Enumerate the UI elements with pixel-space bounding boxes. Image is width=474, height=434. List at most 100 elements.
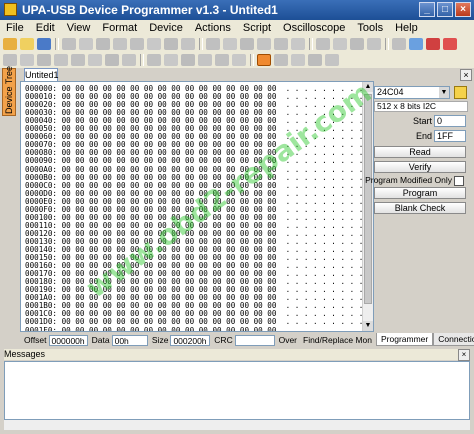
tool-icon[interactable] [20, 54, 34, 66]
scroll-up-icon[interactable]: ▲ [363, 82, 373, 92]
maximize-button[interactable]: □ [437, 2, 453, 17]
window-title: UPA-USB Device Programmer v1.3 - Untited… [22, 3, 278, 17]
program-modified-label: Program Modified Only [365, 175, 452, 185]
menu-help[interactable]: Help [389, 22, 424, 34]
offset-field: 000000h [48, 334, 88, 346]
tool-icon[interactable] [206, 38, 220, 50]
over-label: Over [278, 335, 297, 345]
blank-check-button[interactable]: Blank Check [374, 202, 466, 214]
tool-icon[interactable] [164, 54, 178, 66]
toolbar-separator [55, 38, 59, 50]
menu-bar: File Edit View Format Device Actions Scr… [0, 20, 474, 36]
app-icon [4, 3, 17, 16]
tool-icon[interactable] [316, 38, 330, 50]
tab-programmer[interactable]: Programmer [376, 333, 434, 346]
tool-icon[interactable] [198, 54, 212, 66]
tool-icon[interactable] [105, 54, 119, 66]
tool-icon[interactable] [240, 38, 254, 50]
toolbar-secondary [0, 52, 474, 68]
toolbar-separator [385, 38, 389, 50]
save-icon[interactable] [37, 38, 51, 50]
tool-icon[interactable] [392, 38, 406, 50]
tool-icon[interactable] [37, 54, 51, 66]
tab-connections[interactable]: Connections [433, 333, 474, 346]
tool-icon[interactable] [215, 54, 229, 66]
tool-icon[interactable] [181, 38, 195, 50]
read-button[interactable]: Read [374, 146, 466, 158]
tool-icon[interactable] [71, 54, 85, 66]
chip-info-icon[interactable] [454, 86, 467, 99]
messages-scrollbar[interactable] [4, 420, 470, 430]
menu-actions[interactable]: Actions [189, 22, 237, 34]
program-modified-checkbox[interactable] [454, 176, 464, 186]
document-tab[interactable]: Untited1 [24, 68, 59, 81]
tool-icon[interactable] [54, 54, 68, 66]
messages-panel[interactable] [4, 361, 470, 420]
tool-icon[interactable] [426, 38, 440, 50]
tool-icon[interactable] [181, 54, 195, 66]
menu-script[interactable]: Script [237, 22, 277, 34]
messages-title: Messages [4, 349, 470, 360]
close-button[interactable]: × [455, 2, 471, 17]
tool-icon[interactable] [96, 38, 110, 50]
tool-icon[interactable] [409, 38, 423, 50]
tool-icon[interactable] [130, 38, 144, 50]
menu-edit[interactable]: Edit [30, 22, 61, 34]
tool-icon[interactable] [274, 54, 288, 66]
start-input[interactable]: 0 [434, 115, 466, 127]
tool-icon[interactable] [232, 54, 246, 66]
tool-icon[interactable] [164, 38, 178, 50]
bug-icon[interactable] [443, 38, 457, 50]
tool-icon[interactable] [367, 38, 381, 50]
hex-row[interactable]: 0001E0: 00 00 00 00 00 00 00 00 00 00 00… [25, 326, 373, 332]
tool-icon[interactable] [308, 54, 322, 66]
tool-icon[interactable] [274, 38, 288, 50]
find-replace-tab[interactable]: Find/Replace Mon [303, 335, 372, 345]
end-input[interactable]: 1FF [434, 130, 466, 142]
tool-icon[interactable] [291, 38, 305, 50]
tool-icon[interactable] [291, 54, 305, 66]
hand-icon[interactable] [257, 54, 271, 66]
status-bar: Offset 000000h Data 00h Size 000200h CRC… [20, 333, 374, 347]
messages-close-icon[interactable]: × [458, 349, 470, 361]
start-label: Start [412, 116, 432, 126]
tool-icon[interactable] [88, 54, 102, 66]
toolbar-separator [140, 54, 144, 66]
menu-view[interactable]: View [61, 22, 97, 34]
program-button[interactable]: Program [374, 187, 466, 199]
new-file-icon[interactable] [3, 38, 17, 50]
tool-icon[interactable] [79, 38, 93, 50]
tool-icon[interactable] [325, 54, 339, 66]
menu-tools[interactable]: Tools [351, 22, 389, 34]
chevron-down-icon[interactable]: ▼ [439, 87, 449, 98]
menu-oscilloscope[interactable]: Oscilloscope [277, 22, 351, 34]
program-modified-row[interactable]: Program Modified Only [365, 174, 466, 186]
tool-icon[interactable] [350, 38, 364, 50]
tool-icon[interactable] [62, 38, 76, 50]
tool-icon[interactable] [333, 38, 347, 50]
tool-icon[interactable] [257, 38, 271, 50]
tool-icon[interactable] [122, 54, 136, 66]
minimize-button[interactable]: _ [419, 2, 435, 17]
scroll-thumb[interactable] [364, 94, 372, 304]
verify-button[interactable]: Verify [374, 161, 466, 173]
open-folder-icon[interactable] [20, 38, 34, 50]
offset-label: Offset [24, 335, 47, 345]
right-tabs: Programmer Connections [376, 333, 474, 346]
tool-icon[interactable] [147, 54, 161, 66]
tool-icon[interactable] [113, 38, 127, 50]
tool-icon[interactable] [147, 38, 161, 50]
document-close-icon[interactable]: × [460, 69, 472, 81]
tool-icon[interactable] [223, 38, 237, 50]
device-tree-tab[interactable]: Device Tree [2, 66, 16, 116]
hex-editor[interactable]: 000000: 00 00 00 00 00 00 00 00 00 00 00… [20, 81, 374, 332]
toolbar-separator [309, 38, 313, 50]
menu-device[interactable]: Device [143, 22, 189, 34]
chip-select[interactable]: 24C04 ▼ [374, 86, 450, 99]
menu-format[interactable]: Format [96, 22, 143, 34]
hex-scrollbar[interactable]: ▲ ▼ [362, 82, 373, 331]
menu-file[interactable]: File [0, 22, 30, 34]
tool-icon[interactable] [3, 54, 17, 66]
title-bar[interactable]: UPA-USB Device Programmer v1.3 - Untited… [0, 0, 474, 20]
scroll-down-icon[interactable]: ▼ [363, 321, 373, 331]
